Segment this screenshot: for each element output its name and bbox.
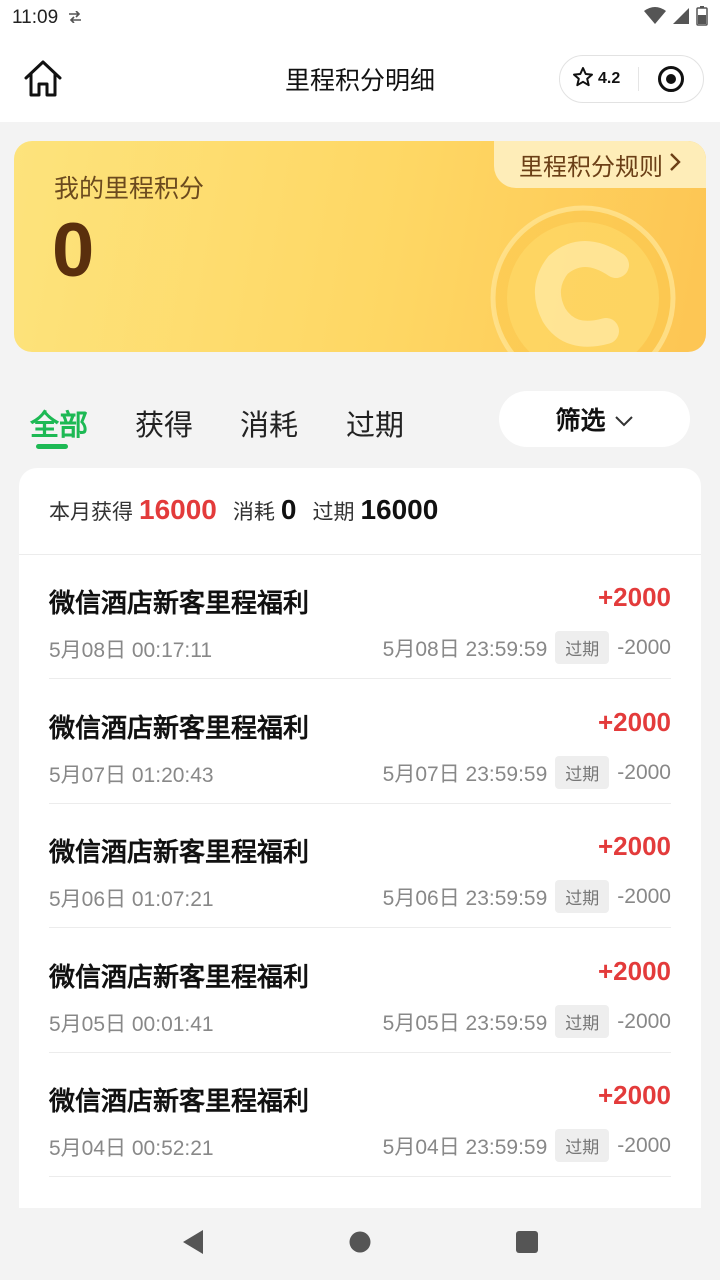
- battery-icon: [696, 5, 708, 31]
- expire-amount: -2000: [617, 760, 671, 784]
- status-badge: 过期: [555, 631, 610, 664]
- filter-button[interactable]: 筛选: [499, 391, 690, 447]
- expire-amount: -2000: [617, 1009, 671, 1033]
- record-time: 5月07日 01:20:43: [49, 764, 214, 787]
- record-time: 5月08日 00:17:11: [49, 639, 213, 662]
- earned-label: 本月获得: [49, 501, 133, 524]
- record-expire: 5月05日 23:59:59 过期 -2000: [383, 1005, 671, 1038]
- target-icon[interactable]: [639, 65, 703, 93]
- status-badge: 过期: [555, 1005, 610, 1038]
- record-expire: 5月04日 23:59:59 过期 -2000: [383, 1129, 671, 1162]
- chevron-right-icon: [669, 151, 681, 179]
- expire-amount: -2000: [617, 1133, 671, 1157]
- record-amount: +2000: [597, 1080, 671, 1110]
- monthly-summary: 本月获得 16000 消耗 0 过期 16000: [19, 468, 701, 555]
- record-amount: +2000: [597, 831, 671, 861]
- home-circle-icon[interactable]: [348, 1230, 372, 1259]
- record-title: 微信酒店新客里程福利: [49, 962, 310, 992]
- tab-consumed[interactable]: 消耗: [240, 402, 298, 444]
- list-item[interactable]: 微信酒店新客里程福利 +2000 5月06日 01:07:21 5月06日 23…: [49, 803, 671, 928]
- list-item[interactable]: 微信酒店新客里程福利 +2000 5月08日 00:17:11 5月08日 23…: [49, 554, 671, 679]
- wifi-icon: [644, 6, 666, 30]
- list-item[interactable]: 微信酒店新客里程福利 +2000 5月05日 00:01:41 5月05日 23…: [49, 928, 671, 1053]
- sync-icon: [68, 9, 82, 26]
- rules-link-label: 里程积分规则: [519, 154, 663, 181]
- list-item[interactable]: 微信酒店新客里程福利 +2000 5月04日 00:52:21 5月04日 23…: [49, 1052, 671, 1177]
- expire-time: 5月06日 23:59:59: [382, 886, 548, 910]
- expire-time: 5月08日 23:59:59: [382, 637, 548, 661]
- filter-label: 筛选: [555, 407, 606, 435]
- expire-time: 5月05日 23:59:59: [382, 1011, 548, 1035]
- active-tab-indicator: [36, 444, 68, 449]
- status-badge: 过期: [555, 756, 610, 789]
- expire-amount: -2000: [617, 635, 671, 659]
- record-amount: +2000: [597, 707, 671, 737]
- status-badge: 过期: [555, 1129, 610, 1162]
- expire-time: 5月07日 23:59:59: [382, 762, 548, 786]
- status-badge: 过期: [555, 880, 610, 913]
- status-bar: 11:09: [0, 0, 720, 36]
- signal-icon: [672, 7, 690, 30]
- star-icon: [572, 66, 594, 93]
- earned-value: 16000: [139, 494, 217, 525]
- tab-expired[interactable]: 过期: [346, 402, 404, 444]
- header: 里程积分明细 4.2: [0, 36, 720, 122]
- system-nav-bar: [0, 1208, 720, 1280]
- expire-amount: -2000: [617, 884, 671, 908]
- rating-value: 4.2: [598, 70, 621, 87]
- record-expire: 5月07日 23:59:59 过期 -2000: [383, 756, 671, 789]
- rating-button[interactable]: 4.2: [560, 66, 638, 93]
- mini-program-capsule: 4.2: [559, 55, 704, 103]
- record-time: 5月06日 01:07:21: [49, 888, 214, 911]
- expire-time: 5月04日 23:59:59: [382, 1135, 548, 1159]
- points-rules-link[interactable]: 里程积分规则: [494, 141, 706, 188]
- chevron-down-icon: [614, 405, 634, 434]
- record-amount: +2000: [597, 956, 671, 986]
- record-amount: +2000: [597, 582, 671, 612]
- recents-icon[interactable]: [515, 1230, 539, 1259]
- tab-all[interactable]: 全部: [30, 402, 88, 444]
- record-expire: 5月06日 23:59:59 过期 -2000: [383, 880, 671, 913]
- coin-icon: [490, 205, 676, 352]
- record-title: 微信酒店新客里程福利: [49, 1086, 310, 1116]
- expired-value: 16000: [360, 494, 439, 525]
- points-card: 我的里程积分 0 里程积分规则: [14, 141, 706, 352]
- record-expire: 5月08日 23:59:59 过期 -2000: [383, 631, 671, 664]
- points-value: 0: [52, 208, 95, 293]
- consumed-value: 0: [280, 494, 297, 525]
- record-title: 微信酒店新客里程福利: [49, 588, 310, 618]
- list-item[interactable]: 微信酒店新客里程福利 +2000 5月07日 01:20:43 5月07日 23…: [49, 679, 671, 804]
- record-time: 5月05日 00:01:41: [49, 1013, 214, 1036]
- record-time: 5月04日 00:52:21: [49, 1137, 214, 1160]
- points-list-panel: 本月获得 16000 消耗 0 过期 16000 微信酒店新客里程福利 +200…: [19, 468, 701, 1228]
- tab-earned[interactable]: 获得: [135, 402, 193, 444]
- status-time: 11:09: [12, 7, 59, 28]
- consumed-label: 消耗: [232, 501, 275, 524]
- record-title: 微信酒店新客里程福利: [49, 837, 310, 867]
- expired-label: 过期: [312, 501, 355, 524]
- record-title: 微信酒店新客里程福利: [49, 713, 310, 743]
- back-icon[interactable]: [181, 1229, 205, 1260]
- home-icon[interactable]: [22, 58, 64, 100]
- points-label: 我的里程积分: [54, 175, 205, 203]
